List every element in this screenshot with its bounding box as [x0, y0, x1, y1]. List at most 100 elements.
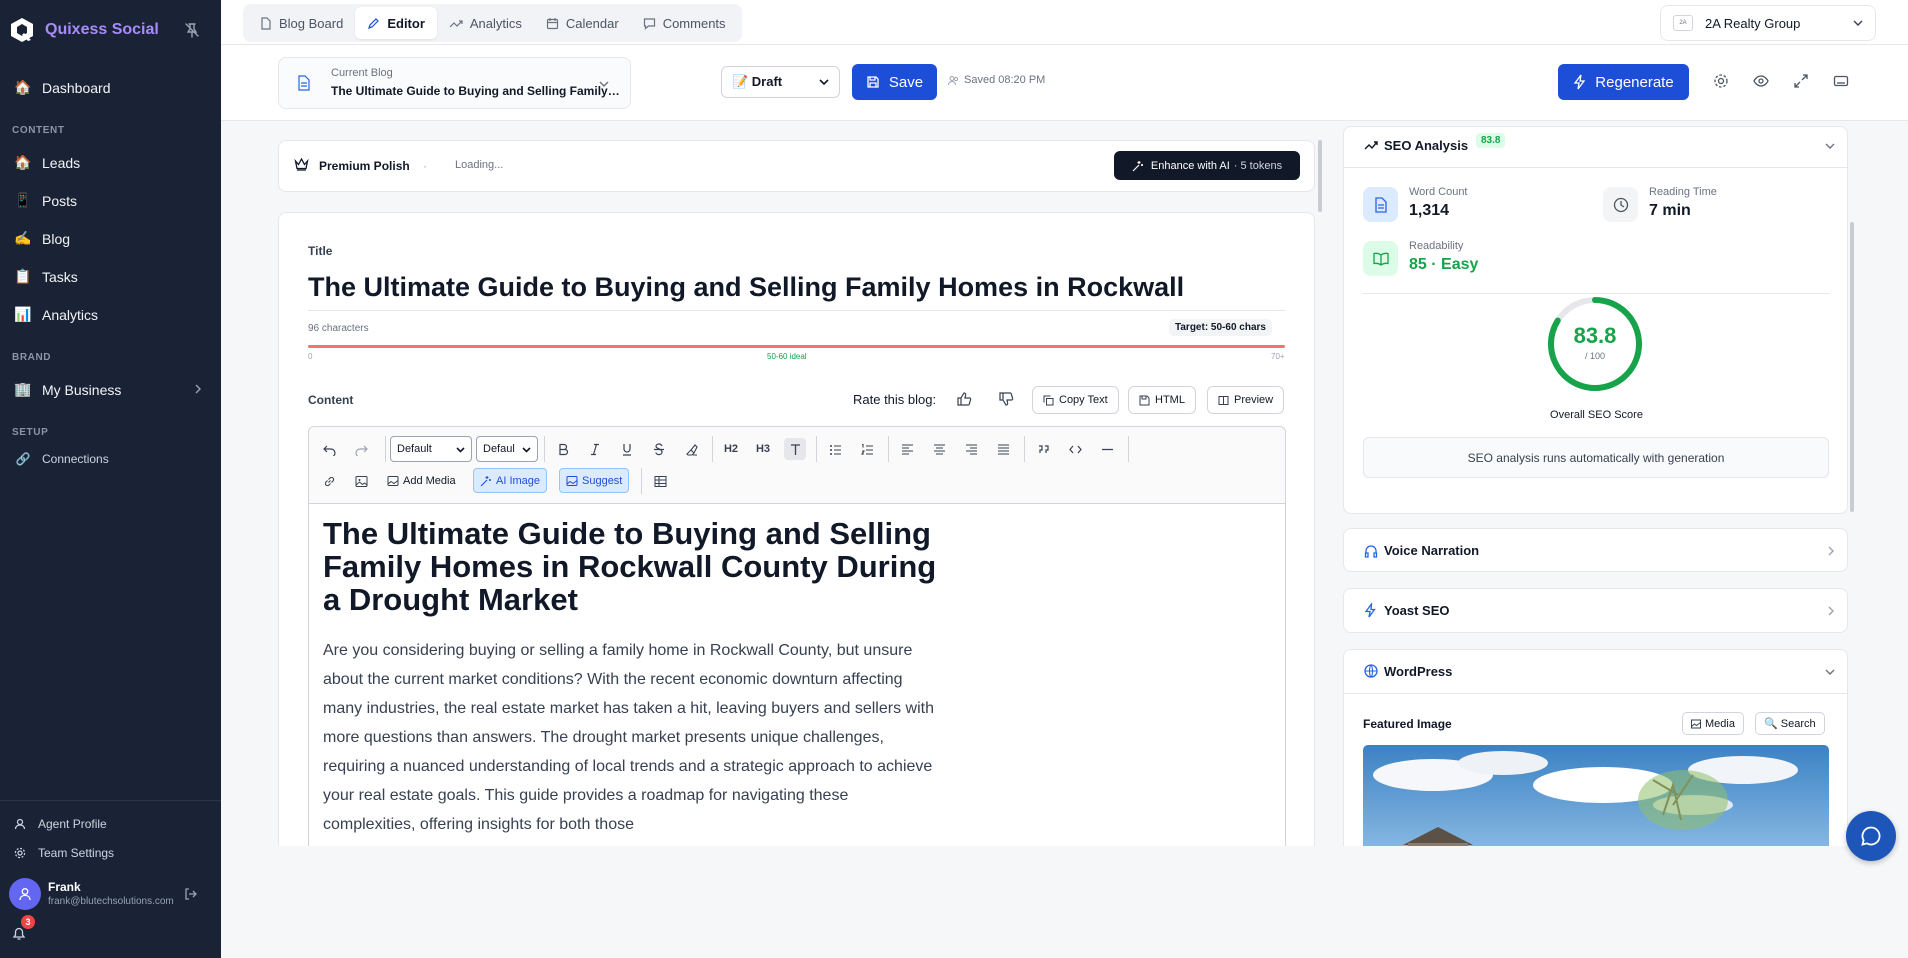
right-panel-scrollbar[interactable]: [1850, 222, 1854, 512]
editor-content[interactable]: The Ultimate Guide to Buying and Selling…: [323, 517, 943, 839]
bold-icon[interactable]: [552, 438, 574, 460]
chevron-down-icon[interactable]: [1825, 141, 1835, 151]
quixess-logo-icon: [11, 18, 33, 42]
media-label: Media: [1705, 717, 1735, 730]
brand[interactable]: Quixess Social: [8, 16, 159, 44]
media-button[interactable]: Media: [1682, 712, 1744, 735]
html-button[interactable]: HTML: [1128, 386, 1196, 414]
text-format-icon[interactable]: [784, 438, 806, 460]
tab-analytics[interactable]: Analytics: [437, 7, 534, 39]
home-icon: 🏠: [14, 79, 32, 95]
html-label: HTML: [1155, 394, 1185, 406]
yoast-seo-title: Yoast SEO: [1384, 603, 1450, 618]
sidebar-item-analytics[interactable]: 📊 Analytics: [14, 306, 98, 323]
save-label: Save: [888, 73, 924, 91]
thumbs-up-icon[interactable]: [956, 391, 972, 407]
strikethrough-icon[interactable]: [648, 438, 670, 460]
numbered-list-icon[interactable]: [856, 438, 878, 460]
bar-chart-icon: 📊: [14, 306, 32, 322]
top-bar: Blog Board Editor Analytics Calendar Com…: [221, 0, 1908, 45]
unpin-icon[interactable]: [184, 22, 200, 38]
preview-button[interactable]: Preview: [1207, 386, 1285, 414]
range-ideal-label: 50-60 ideal: [767, 352, 807, 361]
save-button[interactable]: Save: [852, 64, 937, 100]
heading-2-button[interactable]: H2: [720, 438, 742, 460]
sidebar-item-my-business[interactable]: 🏢 My Business: [14, 381, 121, 398]
lightning-icon: [1364, 603, 1376, 618]
editor-scrollbar[interactable]: [1318, 140, 1322, 212]
align-left-icon[interactable]: [896, 438, 918, 460]
settings-icon[interactable]: [1713, 73, 1729, 89]
tab-calendar[interactable]: Calendar: [534, 7, 631, 39]
panel-divider: [1344, 167, 1847, 168]
panel-divider: [1344, 693, 1847, 694]
title-input[interactable]: The Ultimate Guide to Buying and Selling…: [308, 272, 1285, 311]
range-max-label: 70+: [1271, 352, 1285, 361]
trend-icon: [449, 19, 463, 27]
ai-image-button[interactable]: AI Image: [473, 468, 548, 493]
underline-icon[interactable]: [616, 438, 638, 460]
thumbs-down-icon[interactable]: [998, 391, 1014, 407]
search-image-button[interactable]: 🔍 Search: [1755, 712, 1825, 735]
chevron-right-icon: [1828, 546, 1834, 556]
yoast-seo-panel[interactable]: Yoast SEO: [1343, 588, 1848, 633]
horizontal-rule-icon[interactable]: [1096, 438, 1118, 460]
word-count-value: 1,314: [1409, 202, 1450, 219]
tab-comments[interactable]: Comments: [631, 7, 738, 39]
tab-editor[interactable]: Editor: [355, 7, 437, 39]
enhance-with-ai-button[interactable]: Enhance with AI · 5 tokens: [1114, 151, 1300, 180]
redo-icon[interactable]: [350, 438, 372, 460]
headphones-icon: [1364, 545, 1378, 558]
team-settings-link[interactable]: Team Settings: [14, 846, 114, 860]
sidebar-item-blog[interactable]: ✍️ Blog: [14, 230, 70, 247]
sidebar-item-tasks[interactable]: 📋 Tasks: [14, 268, 78, 285]
status-value: 📝 Draft: [732, 74, 783, 89]
page-background: [221, 846, 1908, 958]
add-media-label: Add Media: [403, 474, 456, 487]
chat-button[interactable]: [1846, 811, 1896, 861]
align-center-icon[interactable]: [928, 438, 950, 460]
character-count: 96 characters: [308, 323, 369, 334]
quote-icon[interactable]: [1032, 438, 1054, 460]
organization-selector[interactable]: 2A 2A Realty Group: [1660, 5, 1876, 41]
toolbar-divider: [385, 436, 386, 462]
current-blog-selector[interactable]: Current Blog The Ultimate Guide to Buyin…: [278, 57, 631, 109]
sidebar-item-dashboard[interactable]: 🏠 Dashboard: [14, 79, 110, 96]
sidebar-item-posts[interactable]: 📱 Posts: [14, 192, 77, 209]
bullet-list-icon[interactable]: [824, 438, 846, 460]
code-icon[interactable]: [1064, 438, 1086, 460]
heading-3-button[interactable]: H3: [752, 438, 774, 460]
chevron-down-icon[interactable]: [1825, 667, 1835, 677]
trend-icon: [1364, 141, 1378, 150]
regenerate-button[interactable]: Regenerate: [1558, 64, 1689, 100]
add-media-button[interactable]: Add Media: [381, 468, 462, 493]
keyboard-icon[interactable]: [1833, 73, 1849, 89]
status-select[interactable]: 📝 Draft: [721, 66, 840, 98]
copy-text-label: Copy Text: [1059, 394, 1108, 406]
overall-seo-label: Overall SEO Score: [1550, 409, 1643, 421]
avatar[interactable]: [9, 878, 41, 910]
copy-text-button[interactable]: Copy Text: [1032, 386, 1119, 414]
logout-icon[interactable]: [184, 887, 198, 901]
image-icon[interactable]: [350, 470, 372, 492]
sidebar-item-connections[interactable]: 🔗 Connections: [14, 452, 109, 466]
clear-format-icon[interactable]: [680, 438, 702, 460]
link-icon[interactable]: [318, 470, 340, 492]
eye-icon[interactable]: [1753, 73, 1769, 89]
suggest-image-button[interactable]: Suggest: [559, 468, 630, 493]
undo-icon[interactable]: [318, 438, 340, 460]
expand-icon[interactable]: [1793, 73, 1809, 89]
table-icon[interactable]: [649, 470, 671, 492]
seo-analysis-title: SEO Analysis: [1384, 138, 1469, 153]
paragraph-style-select[interactable]: Default: [390, 436, 472, 462]
agent-profile-link[interactable]: Agent Profile: [14, 817, 107, 831]
ai-image-label: AI Image: [496, 474, 541, 487]
align-justify-icon[interactable]: [992, 438, 1014, 460]
italic-icon[interactable]: [584, 438, 606, 460]
voice-narration-panel[interactable]: Voice Narration: [1343, 528, 1848, 572]
tab-blog-board[interactable]: Blog Board: [247, 7, 355, 39]
tab-label: Calendar: [565, 15, 619, 31]
font-select[interactable]: Defaul: [476, 436, 538, 462]
sidebar-item-leads[interactable]: 🏠 Leads: [14, 154, 80, 171]
align-right-icon[interactable]: [960, 438, 982, 460]
